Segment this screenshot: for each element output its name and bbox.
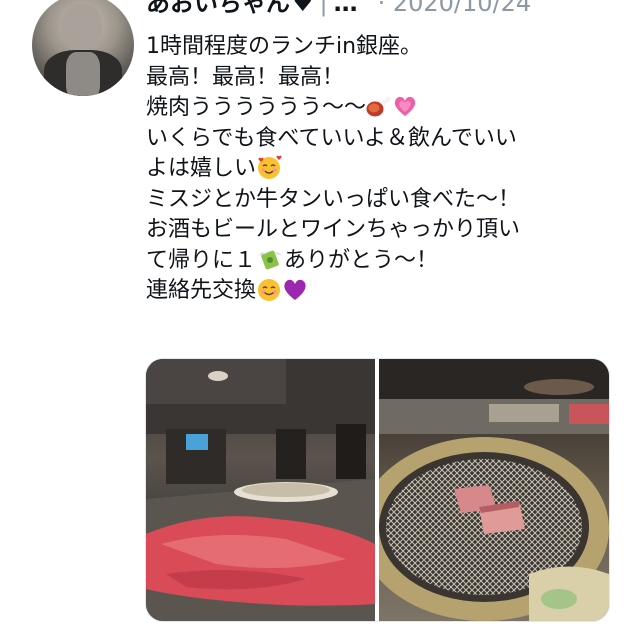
growing-heart-icon bbox=[392, 93, 418, 119]
author-name[interactable]: あおいちゃん bbox=[146, 0, 290, 17]
tweet-line: よは嬉しい bbox=[146, 156, 257, 181]
tweet-line: 1時間程度のランチin銀座。 bbox=[146, 34, 423, 59]
tweet-line: いくらでも食べていいよ＆飲んでいい bbox=[146, 125, 517, 151]
purple-heart-icon bbox=[282, 276, 308, 302]
smiling-face-icon bbox=[256, 276, 282, 302]
money-with-wings-icon bbox=[256, 246, 284, 272]
separator: | bbox=[319, 0, 328, 17]
tweet-header: あおいちゃん♥ | … · 2020/10/24 bbox=[146, 0, 531, 20]
tweet[interactable]: あおいちゃん♥ | … · 2020/10/24 1時間程度のランチin銀座。 最高！… bbox=[0, 0, 640, 637]
tweet-line: 焼肉うううううう〜〜 bbox=[146, 95, 367, 120]
tweet-line: 最高！最高！最高！ bbox=[146, 64, 345, 90]
tweet-line: 連絡先交換 bbox=[146, 278, 257, 303]
yakiniku-grill-photo[interactable] bbox=[379, 359, 609, 621]
tweet-media[interactable] bbox=[145, 358, 610, 622]
more-icon[interactable] bbox=[591, 0, 621, 20]
tweet-line: お酒もビールとワインちゃっかり頂い bbox=[146, 217, 521, 242]
smiling-face-with-hearts-icon bbox=[256, 154, 282, 180]
tweet-line: ありがとう〜！ bbox=[284, 247, 439, 273]
tweet-date[interactable]: · 2020/10/24 bbox=[378, 0, 532, 17]
meat-on-bone-icon bbox=[366, 95, 392, 117]
tweet-text: 1時間程度のランチin銀座。 最高！最高！最高！ 焼肉うううううう〜〜 いくらで… bbox=[146, 32, 616, 307]
tweet-line: て帰りに１ bbox=[146, 247, 257, 273]
author-handle[interactable]: … bbox=[334, 0, 358, 17]
avatar[interactable] bbox=[32, 0, 134, 96]
wagyu-slices-photo[interactable] bbox=[146, 359, 375, 621]
tweet-line: ミスジとか牛タンいっぱい食べた〜！ bbox=[146, 186, 521, 212]
black-heart-icon: ♥ bbox=[292, 0, 314, 17]
